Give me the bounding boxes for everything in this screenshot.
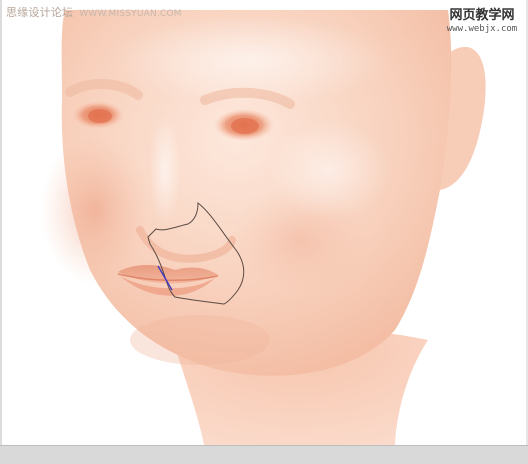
cheek-highlight [270,120,390,220]
cheek-left-shade [40,135,150,285]
canvas-viewport[interactable]: 思缘设计论坛 WWW.MISSYUAN.COM 网页教学网 www.webjx.c… [0,0,528,464]
canvas-left-edge [0,0,2,464]
left-eye-core [88,109,112,123]
watermark-webjx-text: 网页教学网 [449,8,515,23]
right-eye-core [231,118,259,134]
watermark-webjx: 网页教学网 www.webjx.com [442,8,522,35]
nose-bridge-highlight [149,115,181,225]
watermark-missyuan: 思缘设计论坛 WWW.MISSYUAN.COM [6,6,182,21]
watermark-missyuan-url: WWW.MISSYUAN.COM [79,9,182,19]
horizontal-scrollbar[interactable] [0,445,528,464]
watermark-missyuan-text: 思缘设计论坛 [6,6,74,19]
face-illustration [40,10,486,450]
watermark-webjx-url: www.webjx.com [446,24,518,34]
chin-shade [130,315,270,365]
